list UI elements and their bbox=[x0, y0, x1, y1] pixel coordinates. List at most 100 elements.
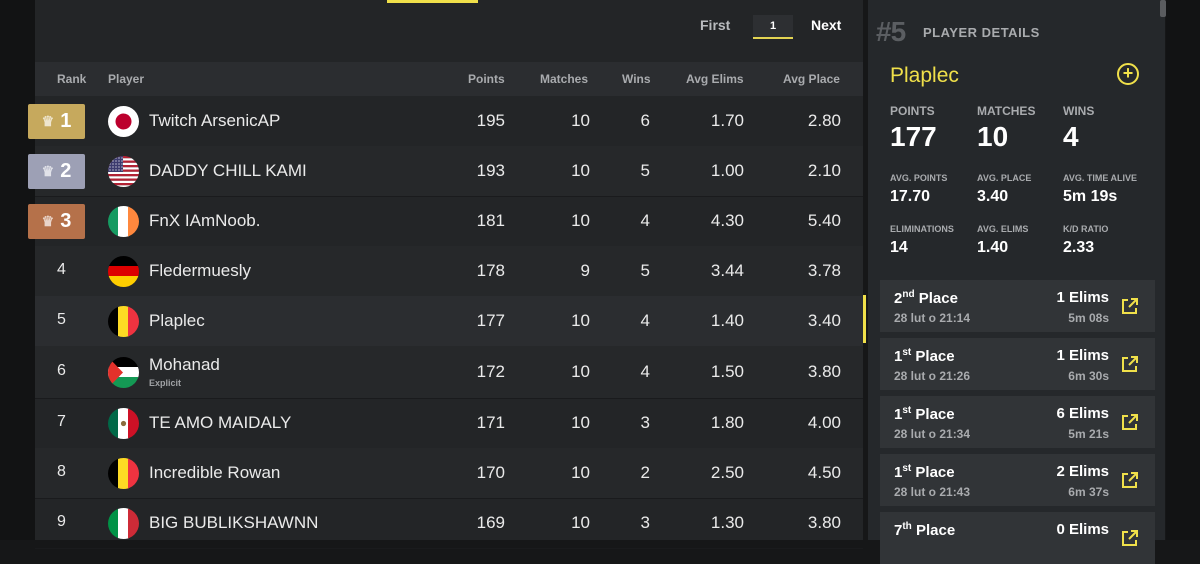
rank-number: 9 bbox=[57, 513, 66, 530]
stat-avg-elims-value: 1.40 bbox=[977, 239, 1009, 256]
match-elims: 0 Elims bbox=[1056, 521, 1109, 538]
table-row[interactable]: ♛ 1 Twitch ArsenicAP 195 10 6 1.70 2.80 bbox=[28, 96, 863, 147]
table-row[interactable]: 8 Incredible Rowan 170 10 2 2.50 4.50 bbox=[35, 448, 863, 499]
rank-number: 3 bbox=[60, 210, 72, 232]
cell-avg-elims: 1.30 bbox=[710, 513, 744, 532]
cell-wins: 2 bbox=[640, 463, 650, 482]
player-name[interactable]: Mohanad bbox=[149, 355, 220, 375]
stat-avg-points-value: 17.70 bbox=[890, 188, 931, 205]
match-card[interactable]: 7th Place 0 Elims bbox=[880, 512, 1155, 564]
match-card[interactable]: 2nd Place 28 lut o 21:14 1 Elims 5m 08s bbox=[880, 280, 1155, 332]
match-place: 1st Place bbox=[894, 405, 955, 423]
match-date: 28 lut o 21:14 bbox=[894, 311, 971, 325]
match-time-alive: 5m 08s bbox=[1068, 311, 1109, 325]
match-elims: 6 Elims bbox=[1056, 405, 1109, 422]
stat-matches-label: MATCHES bbox=[977, 104, 1036, 118]
cell-points: 178 bbox=[476, 261, 505, 280]
match-place: 2nd Place bbox=[894, 289, 958, 307]
match-card[interactable]: 1st Place 28 lut o 21:34 6 Elims 5m 21s bbox=[880, 396, 1155, 448]
cell-avg-elims: 1.70 bbox=[710, 111, 744, 130]
table-row[interactable]: 9 BIG BUBLIKSHAWNN 169 10 3 1.30 3.80 bbox=[35, 498, 863, 549]
table-row[interactable]: 5 Plaplec 177 10 4 1.40 3.40 bbox=[35, 296, 863, 347]
cell-avg-place: 4.50 bbox=[807, 463, 841, 482]
plus-circle-icon[interactable]: + bbox=[1117, 63, 1139, 85]
column-header-matches[interactable]: Matches bbox=[540, 72, 588, 86]
flag-japan-icon bbox=[108, 106, 139, 137]
player-name[interactable]: Fledermuesly bbox=[149, 261, 251, 281]
table-row[interactable]: ♛ 2 DADDY CHILL KAMI 193 10 5 1.00 2.10 bbox=[28, 146, 863, 197]
flag-ireland-icon bbox=[108, 206, 139, 237]
table-row[interactable]: 4 Fledermuesly 178 9 5 3.44 3.78 bbox=[35, 246, 863, 297]
flag-germany-icon bbox=[108, 256, 139, 287]
cell-avg-place: 2.10 bbox=[807, 161, 841, 180]
column-header-avg-elims[interactable]: Avg Elims bbox=[686, 72, 744, 86]
match-place: 1st Place bbox=[894, 347, 955, 365]
stat-avg-place-value: 3.40 bbox=[977, 188, 1009, 205]
table-row[interactable]: 7 TE AMO MAIDALY 171 10 3 1.80 4.00 bbox=[35, 398, 863, 449]
rank-number: 6 bbox=[57, 362, 66, 379]
cell-points: 170 bbox=[476, 463, 505, 482]
match-date: 28 lut o 21:26 bbox=[894, 369, 971, 383]
column-header-player[interactable]: Player bbox=[108, 72, 144, 86]
crown-icon: ♛ bbox=[41, 113, 55, 129]
cell-wins: 4 bbox=[640, 311, 650, 330]
cell-points: 171 bbox=[476, 413, 505, 432]
cell-avg-elims: 2.50 bbox=[710, 463, 744, 482]
stat-avg-elims-label: AVG. ELIMS bbox=[977, 224, 1029, 234]
external-link-icon[interactable] bbox=[1121, 356, 1138, 373]
flag-belgium-icon bbox=[108, 306, 139, 337]
cell-avg-elims: 1.40 bbox=[710, 311, 744, 330]
cell-avg-place: 4.00 bbox=[807, 413, 841, 432]
external-link-icon[interactable] bbox=[1121, 414, 1138, 431]
cell-avg-place: 3.78 bbox=[807, 261, 841, 280]
cell-avg-elims: 1.80 bbox=[710, 413, 744, 432]
player-name[interactable]: FnX IAmNoob. bbox=[149, 211, 261, 231]
player-name[interactable]: BIG BUBLIKSHAWNN bbox=[149, 513, 318, 533]
leaderboard: First 1 Next Rank Player Points Matches … bbox=[28, 0, 863, 549]
table-row[interactable]: 6 Mohanad Explicit 172 10 4 1.50 3.80 bbox=[35, 346, 863, 399]
table-row[interactable]: ♛ 3 FnX IAmNoob. 181 10 4 4.30 5.40 bbox=[28, 196, 863, 247]
stat-points-label: POINTS bbox=[890, 104, 935, 118]
flag-mexico-icon bbox=[108, 408, 139, 439]
player-name[interactable]: DADDY CHILL KAMI bbox=[149, 161, 307, 181]
pagination-current-page[interactable]: 1 bbox=[753, 15, 793, 39]
column-header-points[interactable]: Points bbox=[468, 72, 505, 86]
cell-avg-elims: 3.44 bbox=[710, 261, 744, 280]
pagination-first-button[interactable]: First bbox=[700, 17, 760, 43]
rank-badge: ♛ 1 bbox=[28, 104, 85, 139]
pagination-next-button[interactable]: Next bbox=[811, 17, 871, 43]
match-time-alive: 6m 30s bbox=[1068, 369, 1109, 383]
stat-eliminations-value: 14 bbox=[890, 239, 908, 256]
rank-number: 8 bbox=[57, 463, 66, 480]
match-elims: 1 Elims bbox=[1056, 347, 1109, 364]
flag-palestine-icon bbox=[108, 357, 139, 388]
details-player-name: Plaplec bbox=[890, 64, 959, 87]
cell-points: 177 bbox=[476, 311, 505, 330]
rank-badge: ♛ 2 bbox=[28, 154, 85, 189]
cell-avg-place: 5.40 bbox=[807, 211, 841, 230]
cell-points: 195 bbox=[476, 111, 505, 130]
player-name[interactable]: TE AMO MAIDALY bbox=[149, 413, 291, 433]
player-subtitle: Explicit bbox=[149, 378, 182, 388]
column-header-wins[interactable]: Wins bbox=[622, 72, 651, 86]
match-time-alive: 6m 37s bbox=[1068, 485, 1109, 499]
cell-avg-elims: 1.00 bbox=[710, 161, 744, 180]
cell-wins: 5 bbox=[640, 161, 650, 180]
external-link-icon[interactable] bbox=[1121, 298, 1138, 315]
external-link-icon[interactable] bbox=[1121, 530, 1138, 547]
player-name[interactable]: Twitch ArsenicAP bbox=[149, 111, 280, 131]
match-card[interactable]: 1st Place 28 lut o 21:26 1 Elims 6m 30s bbox=[880, 338, 1155, 390]
match-card[interactable]: 1st Place 28 lut o 21:43 2 Elims 6m 37s bbox=[880, 454, 1155, 506]
column-header-rank[interactable]: Rank bbox=[57, 72, 86, 86]
column-header-avg-place[interactable]: Avg Place bbox=[783, 72, 840, 86]
external-link-icon[interactable] bbox=[1121, 472, 1138, 489]
cell-wins: 3 bbox=[640, 413, 650, 432]
player-name[interactable]: Incredible Rowan bbox=[149, 463, 280, 483]
flag-italy-icon bbox=[108, 508, 139, 539]
match-place: 1st Place bbox=[894, 463, 955, 481]
cell-avg-place: 3.80 bbox=[807, 362, 841, 381]
player-name[interactable]: Plaplec bbox=[149, 311, 205, 331]
cell-avg-place: 3.80 bbox=[807, 513, 841, 532]
match-place: 7th Place bbox=[894, 521, 956, 539]
cell-wins: 6 bbox=[640, 111, 650, 130]
